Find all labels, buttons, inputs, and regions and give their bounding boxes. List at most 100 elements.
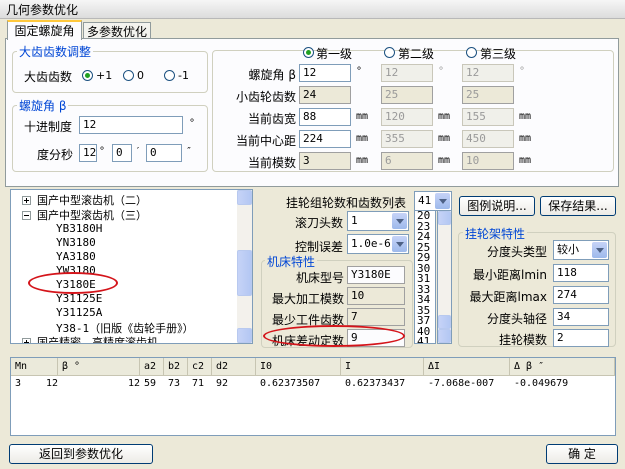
tree-collapse-minus-icon[interactable] xyxy=(22,211,31,220)
level1-center-input[interactable]: 224 xyxy=(299,130,351,148)
level-row-pinion-label: 小齿轮齿数 xyxy=(235,90,296,104)
level2-helix-unit: ° xyxy=(438,66,445,77)
gear-list-combo[interactable]: 41 xyxy=(414,191,452,211)
helix-deg-input[interactable]: 12 xyxy=(79,144,97,162)
machine-model-label: 机床型号 xyxy=(295,271,344,285)
level3-helix-input[interactable]: 12 xyxy=(462,64,514,82)
helix-deg-unit: ° xyxy=(99,146,106,157)
column-header[interactable]: I0 xyxy=(256,358,341,376)
column-header[interactable]: a2 xyxy=(140,358,164,376)
hob-heads-value: 1 xyxy=(351,214,358,227)
scroll-thumb[interactable] xyxy=(237,250,252,296)
level1-width-unit: mm xyxy=(356,111,369,122)
save-results-button[interactable]: 保存结果... xyxy=(540,196,616,216)
tolerance-combo[interactable]: 1.0e-6 xyxy=(347,234,409,254)
helix-sec-unit: ″ xyxy=(186,146,193,157)
level3-center-input[interactable]: 450 xyxy=(462,130,514,148)
helix-min-unit: ′ xyxy=(135,146,142,157)
chevron-down-icon[interactable] xyxy=(435,193,450,209)
hob-heads-combo[interactable]: 1 xyxy=(347,211,409,231)
chevron-down-icon[interactable] xyxy=(392,213,407,229)
helix-decimal-input[interactable]: 12 xyxy=(79,116,183,134)
head-shaft-input[interactable]: 34 xyxy=(553,308,609,326)
level2-label: 第二级 xyxy=(398,47,435,61)
gear-module-input[interactable]: 2 xyxy=(553,329,609,347)
scroll-down-icon[interactable] xyxy=(438,329,451,343)
table-cell: 3 xyxy=(15,378,22,389)
tab-fixed-helix[interactable]: 固定螺旋角 xyxy=(7,20,82,40)
scroll-up-icon[interactable] xyxy=(237,190,252,205)
tree-item[interactable]: 国产中型滚齿机（二） xyxy=(37,192,147,208)
tree-item[interactable]: YA3180 xyxy=(56,250,96,263)
gear-teeth-list[interactable]: 20 23 24 25 29 30 31 33 34 35 37 40 41 xyxy=(414,210,436,344)
big-gear-plus1-label: +1 xyxy=(96,69,113,82)
tree-expand-plus-icon[interactable] xyxy=(22,196,31,205)
tree-item[interactable]: Y31125E xyxy=(56,292,102,305)
level1-radio[interactable] xyxy=(303,47,314,58)
level2-center-input[interactable]: 355 xyxy=(381,130,433,148)
big-gear-group-title: 大齿齿数调整 xyxy=(17,43,94,60)
level1-pinion-value: 24 xyxy=(299,86,351,104)
column-header[interactable]: I xyxy=(341,358,424,376)
max-dist-input[interactable]: 274 xyxy=(553,286,609,304)
column-header[interactable]: b2 xyxy=(164,358,188,376)
scroll-down-icon[interactable] xyxy=(237,328,252,343)
column-header[interactable]: d2 xyxy=(212,358,256,376)
level3-width-unit: mm xyxy=(519,111,532,122)
helix-min-input[interactable]: 0 xyxy=(112,144,132,162)
column-header[interactable]: Mn xyxy=(11,358,58,376)
level2-helix-input[interactable]: 12 xyxy=(381,64,433,82)
big-gear-plus1-radio[interactable] xyxy=(82,70,93,81)
helix-group-title: 螺旋角 β xyxy=(17,97,69,114)
max-module-value: 10 xyxy=(347,287,405,305)
level3-width-input[interactable]: 155 xyxy=(462,108,514,126)
list-item[interactable]: 41 xyxy=(415,336,435,343)
level1-center-unit: mm xyxy=(356,133,369,144)
column-header[interactable]: Δ β ″ xyxy=(510,358,615,376)
back-to-optimize-button[interactable]: 返回到参数优化 xyxy=(9,444,153,464)
big-gear-zero-radio[interactable] xyxy=(123,70,134,81)
level3-radio[interactable] xyxy=(466,47,477,58)
tree-item[interactable]: 国产精密、高精度滚齿机 xyxy=(37,334,158,343)
scroll-up-icon[interactable] xyxy=(438,211,451,225)
level1-helix-input[interactable]: 12 xyxy=(299,64,351,82)
level1-width-input[interactable]: 88 xyxy=(299,108,351,126)
hanger-group-title: 挂轮架特性 xyxy=(463,225,528,242)
min-teeth-value: 7 xyxy=(347,308,405,326)
tree-item[interactable]: 国产中型滚齿机（三） xyxy=(37,207,147,223)
level2-radio[interactable] xyxy=(384,47,395,58)
level3-module-value: 10 xyxy=(462,152,514,170)
chevron-down-icon[interactable] xyxy=(392,236,407,252)
tree-scrollbar[interactable] xyxy=(237,190,252,343)
big-gear-minus1-radio[interactable] xyxy=(164,70,175,81)
tree-item[interactable]: YB3180H xyxy=(56,222,102,235)
legend-button[interactable]: 图例说明... xyxy=(459,196,535,216)
ok-button[interactable]: 确 定 xyxy=(546,444,618,464)
head-type-combo[interactable]: 较小 xyxy=(553,240,609,260)
level2-module-value: 6 xyxy=(381,152,433,170)
scroll-thumb[interactable] xyxy=(438,315,451,329)
level1-helix-unit: ° xyxy=(356,66,363,77)
helix-sec-input[interactable]: 0 xyxy=(146,144,182,162)
column-header[interactable]: β ° xyxy=(58,358,140,376)
tree-expand-plus-icon[interactable] xyxy=(22,338,31,343)
list-scrollbar[interactable] xyxy=(437,210,452,344)
tolerance-value: 1.0e-6 xyxy=(351,237,391,250)
tree-item[interactable]: Y31125A xyxy=(56,306,102,319)
table-cell: 59 xyxy=(144,378,157,389)
level3-helix-unit: ° xyxy=(519,66,526,77)
results-table[interactable]: Mn β ° a2 b2 c2 d2 I0 I ΔI Δ β ″ 3 12 12… xyxy=(10,357,616,436)
column-header[interactable]: c2 xyxy=(188,358,212,376)
big-gear-zero-label: 0 xyxy=(137,69,144,82)
level2-width-input[interactable]: 120 xyxy=(381,108,433,126)
helix-decimal-unit: ° xyxy=(189,118,196,129)
chevron-down-icon[interactable] xyxy=(592,242,607,258)
machine-tree[interactable]: 国产中型滚齿机（二） 国产中型滚齿机（三） YB3180H YN3180 YA3… xyxy=(10,189,253,344)
table-cell: 0.62373507 xyxy=(260,378,321,389)
min-dist-input[interactable]: 118 xyxy=(553,264,609,282)
column-header[interactable]: ΔI xyxy=(424,358,510,376)
tree-item[interactable]: YN3180 xyxy=(56,236,96,249)
level3-label: 第三级 xyxy=(480,47,517,61)
level3-module-unit: mm xyxy=(519,155,532,166)
table-cell: 12 xyxy=(128,378,141,389)
